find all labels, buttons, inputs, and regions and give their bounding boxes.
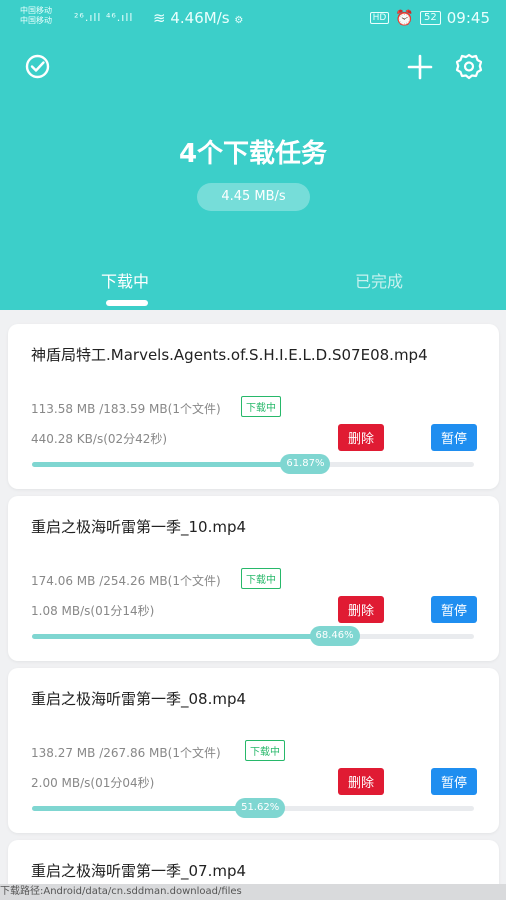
carrier-2: 中国移动 <box>20 16 52 25</box>
download-card: 重启之极海听雷第一季_10.mp4 174.06 MB /254.26 MB(1… <box>8 496 499 661</box>
file-size: 113.58 MB /183.59 MB(1个文件) <box>31 402 221 416</box>
app-header: 中国移动 中国移动 ²⁶.ıll ⁴⁶.ıll ≋ 4.46M/s ⚙ HD ⏰… <box>0 0 506 310</box>
progress-track: 61.87% <box>32 454 474 474</box>
delete-button[interactable]: 删除 <box>338 596 384 623</box>
sync-icon: ⚙ <box>234 15 244 26</box>
delete-button[interactable]: 删除 <box>338 424 384 451</box>
download-rate: 1.08 MB/s(01分14秒) <box>31 604 155 618</box>
file-size: 174.06 MB /254.26 MB(1个文件) <box>31 574 221 588</box>
settings-gear-icon[interactable] <box>455 53 483 85</box>
signal-icon: ²⁶.ıll ⁴⁶.ıll <box>74 11 134 24</box>
progress-fill <box>32 806 261 811</box>
download-path: 下载路径:Android/data/cn.sddman.download/fil… <box>0 884 506 900</box>
status-badge: 下载中 <box>245 740 285 761</box>
progress-label: 61.87% <box>280 454 331 474</box>
progress-fill <box>32 462 306 467</box>
progress-label: 68.46% <box>309 626 360 646</box>
progress-label: 51.62% <box>235 798 286 818</box>
pause-button[interactable]: 暂停 <box>431 768 477 795</box>
file-name: 重启之极海听雷第一季_08.mp4 <box>31 690 247 708</box>
total-speed-badge: 4.45 MB/s <box>197 183 310 211</box>
file-name: 重启之极海听雷第一季_07.mp4 <box>31 862 247 880</box>
download-card: 神盾局特工.Marvels.Agents.of.S.H.I.E.L.D.S07E… <box>8 324 499 489</box>
file-name: 神盾局特工.Marvels.Agents.of.S.H.I.E.L.D.S07E… <box>31 346 428 364</box>
active-tab-indicator <box>106 300 148 306</box>
status-badge: 下载中 <box>241 396 281 417</box>
carrier-info: 中国移动 中国移动 <box>20 6 52 26</box>
tab-downloading[interactable]: 下载中 <box>101 268 149 292</box>
status-bar: 中国移动 中国移动 ²⁶.ıll ⁴⁶.ıll ≋ 4.46M/s ⚙ HD ⏰… <box>0 0 506 36</box>
task-count-title: 4个下载任务 <box>178 139 328 169</box>
wifi-icon: ≋ <box>153 9 166 27</box>
progress-track: 68.46% <box>32 626 474 646</box>
network-speed: ≋ 4.46M/s ⚙ <box>153 9 243 27</box>
file-name: 重启之极海听雷第一季_10.mp4 <box>31 518 247 536</box>
download-rate: 2.00 MB/s(01分04秒) <box>31 776 155 790</box>
status-right: HD ⏰ 52 09:45 <box>369 9 490 27</box>
pause-button[interactable]: 暂停 <box>431 424 477 451</box>
delete-button[interactable]: 删除 <box>338 768 384 795</box>
progress-fill <box>32 634 335 639</box>
select-all-icon[interactable] <box>25 54 50 83</box>
download-card: 重启之极海听雷第一季_08.mp4 138.27 MB /267.86 MB(1… <box>8 668 499 833</box>
status-badge: 下载中 <box>241 568 281 589</box>
pause-button[interactable]: 暂停 <box>431 596 477 623</box>
progress-track: 51.62% <box>32 798 474 818</box>
carrier-1: 中国移动 <box>20 6 52 15</box>
download-rate: 440.28 KB/s(02分42秒) <box>31 432 168 446</box>
alarm-icon: ⏰ <box>395 9 415 27</box>
file-size: 138.27 MB /267.86 MB(1个文件) <box>31 746 221 760</box>
hd-icon: HD <box>369 12 390 24</box>
tab-completed[interactable]: 已完成 <box>355 268 403 292</box>
add-task-icon[interactable] <box>407 54 433 84</box>
network-speed-value: 4.46M/s <box>170 9 230 27</box>
clock: 09:45 <box>446 9 490 27</box>
battery-icon: 52 <box>420 11 441 25</box>
